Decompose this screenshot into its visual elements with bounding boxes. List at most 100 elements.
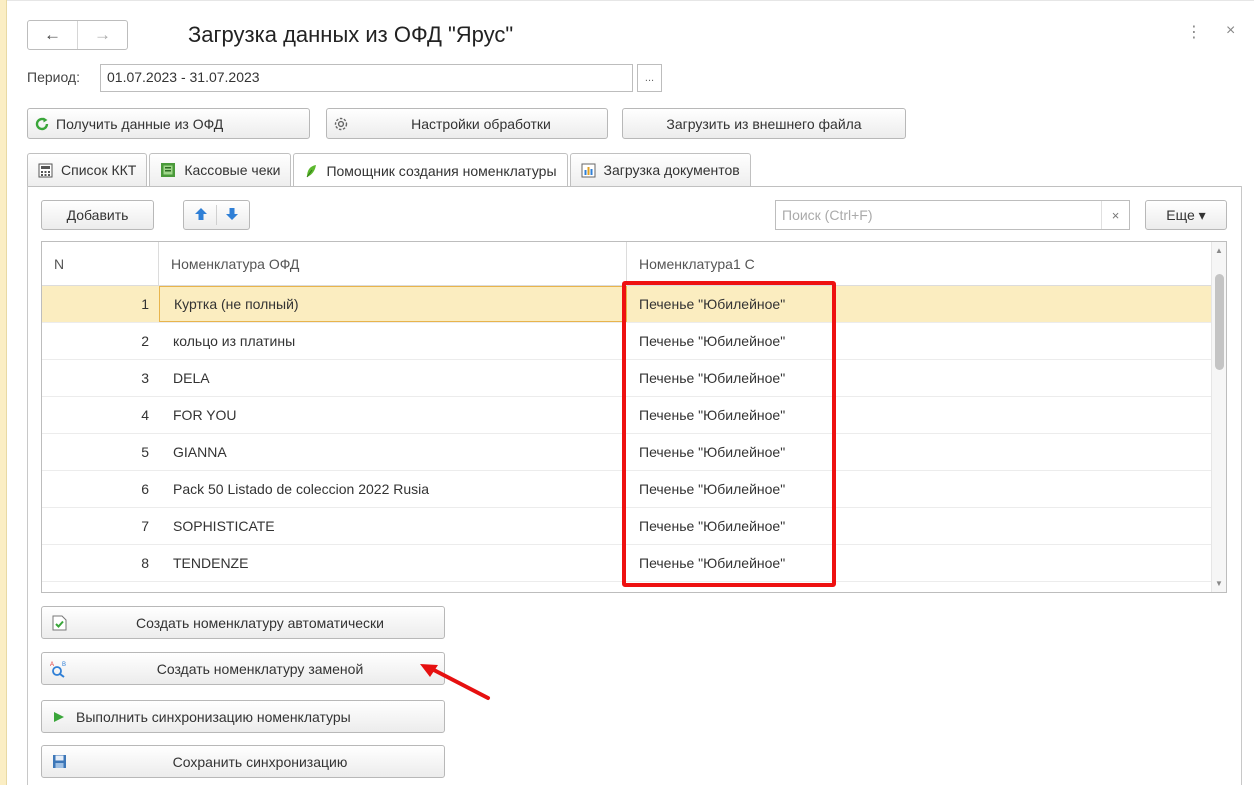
- table-row[interactable]: 1 Куртка (не полный) Печенье "Юбилейное": [42, 286, 1226, 323]
- ofd-name-cell[interactable]: Куртка (не полный): [159, 286, 627, 322]
- refresh-icon: [28, 116, 56, 132]
- column-header-n[interactable]: N: [42, 242, 159, 285]
- row-number: 7: [141, 518, 149, 534]
- tab-receipts[interactable]: Кассовые чеки: [149, 153, 292, 186]
- period-picker-button[interactable]: ...: [637, 64, 662, 92]
- ofd-name-cell[interactable]: VIVACITY: [159, 582, 627, 592]
- ofd-name-cell[interactable]: SOPHISTICATE: [159, 508, 627, 544]
- ofd-name-cell[interactable]: DELA: [159, 360, 627, 396]
- nomenclature-cell[interactable]: Печенье "Юбилейное": [627, 397, 1226, 433]
- settings-button[interactable]: Настройки обработки: [326, 108, 608, 139]
- create-replace-button[interactable]: AB Создать номенклатуру заменой: [41, 652, 445, 685]
- nomenclature-cell[interactable]: Печенье "Юбилейное": [627, 471, 1226, 507]
- move-up-icon[interactable]: [194, 207, 208, 224]
- chart-icon: [581, 163, 596, 178]
- back-arrow-icon: ←: [44, 25, 61, 44]
- scroll-up-icon[interactable]: ▲: [1212, 246, 1226, 255]
- close-icon[interactable]: ×: [1226, 22, 1235, 40]
- get-data-button[interactable]: Получить данные из ОФД: [27, 108, 310, 139]
- column-header-ofd[interactable]: Номенклатура ОФД: [159, 242, 627, 285]
- table-row[interactable]: 2 кольцо из платины Печенье "Юбилейное": [42, 323, 1226, 360]
- row-number: 3: [141, 370, 149, 386]
- column-header-1c[interactable]: Номенклатура1 С: [627, 242, 1226, 285]
- move-divider: [216, 205, 217, 225]
- add-button[interactable]: Добавить: [41, 200, 154, 230]
- tab-nomenclature-helper[interactable]: Помощник создания номенклатуры: [293, 153, 568, 187]
- row-number: 9: [42, 582, 159, 592]
- row-number: 5: [141, 444, 149, 460]
- more-button[interactable]: Еще ▾: [1145, 200, 1227, 230]
- top-divider: [7, 0, 1254, 1]
- document-check-icon: [42, 615, 76, 631]
- nomenclature-cell[interactable]: Печенье "Юбилейное": [627, 286, 1226, 322]
- receipts-icon: [160, 162, 176, 178]
- save-disk-icon: [42, 754, 76, 769]
- row-number: 6: [141, 481, 149, 497]
- more-menu-icon[interactable]: ⋮: [1186, 22, 1202, 42]
- table-row[interactable]: 6 Pack 50 Listado de coleccion 2022 Rusi…: [42, 471, 1226, 508]
- table-row[interactable]: 9 VIVACITY Печенье "Юбилейное": [42, 582, 1226, 592]
- tab-load-documents[interactable]: Загрузка документов: [569, 153, 751, 186]
- ofd-name-cell[interactable]: кольцо из платины: [159, 323, 627, 359]
- scroll-down-icon[interactable]: ▼: [1212, 579, 1226, 588]
- table-row[interactable]: 5 GIANNA Печенье "Юбилейное": [42, 434, 1226, 471]
- load-external-label: Загрузить из внешнего файла: [666, 115, 862, 132]
- sync-label: Выполнить синхронизацию номенклатуры: [76, 708, 351, 725]
- more-label: Еще ▾: [1166, 206, 1206, 223]
- nomenclature-cell[interactable]: Печенье "Юбилейное": [627, 323, 1226, 359]
- table-header: N Номенклатура ОФД Номенклатура1 С: [42, 242, 1226, 286]
- save-sync-button[interactable]: Сохранить синхронизацию: [41, 745, 445, 778]
- ofd-name-cell[interactable]: TENDENZE: [159, 545, 627, 581]
- table-scrollbar[interactable]: ▲ ▼: [1211, 242, 1226, 592]
- ofd-name-cell[interactable]: GIANNA: [159, 434, 627, 470]
- nomenclature-cell[interactable]: Печенье "Юбилейное": [627, 545, 1226, 581]
- save-sync-label: Сохранить синхронизацию: [172, 753, 348, 770]
- nomenclature-cell[interactable]: Печенье "Юбилейное": [627, 360, 1226, 396]
- row-number: 8: [141, 555, 149, 571]
- tab-kkt-list[interactable]: Список ККТ: [27, 153, 148, 186]
- get-data-label: Получить данные из ОФД: [56, 115, 224, 132]
- table-body: 1 Куртка (не полный) Печенье "Юбилейное"…: [42, 286, 1226, 592]
- left-accent-strip: [0, 0, 7, 785]
- svg-text:B: B: [62, 662, 66, 668]
- play-icon: [42, 711, 76, 723]
- calculator-icon: [38, 163, 53, 178]
- row-number: 2: [141, 333, 149, 349]
- forward-arrow-icon: →: [94, 25, 111, 44]
- tab-label: Загрузка документов: [603, 162, 740, 178]
- create-auto-button[interactable]: Создать номенклатуру автоматически: [41, 606, 445, 639]
- move-buttons: [183, 200, 250, 230]
- table-row[interactable]: 7 SOPHISTICATE Печенье "Юбилейное": [42, 508, 1226, 545]
- window-title: Загрузка данных из ОФД "Ярус": [188, 22, 514, 47]
- find-replace-icon: AB: [42, 660, 76, 678]
- nomenclature-cell[interactable]: Печенье "Юбилейное": [627, 582, 1226, 592]
- search-box: ×: [775, 200, 1130, 230]
- load-external-button[interactable]: Загрузить из внешнего файла: [622, 108, 906, 139]
- search-input[interactable]: [776, 201, 1096, 229]
- sync-button[interactable]: Выполнить синхронизацию номенклатуры: [41, 700, 445, 733]
- nomenclature-cell[interactable]: Печенье "Юбилейное": [627, 508, 1226, 544]
- clear-search-icon[interactable]: ×: [1101, 201, 1129, 229]
- scroll-thumb[interactable]: [1215, 274, 1224, 370]
- period-field[interactable]: 01.07.2023 - 31.07.2023: [100, 64, 633, 92]
- gear-icon: [327, 115, 355, 133]
- table-row[interactable]: 4 FOR YOU Печенье "Юбилейное": [42, 397, 1226, 434]
- nav-buttons: ← →: [27, 20, 128, 50]
- row-number: 1: [141, 296, 149, 312]
- ofd-name-cell[interactable]: FOR YOU: [159, 397, 627, 433]
- table-row[interactable]: 8 TENDENZE Печенье "Юбилейное": [42, 545, 1226, 582]
- tab-label: Кассовые чеки: [184, 162, 281, 178]
- move-down-icon[interactable]: [225, 207, 239, 224]
- ofd-name-cell[interactable]: Pack 50 Listado de coleccion 2022 Rusia: [159, 471, 627, 507]
- forward-button[interactable]: →: [77, 21, 127, 49]
- create-replace-label: Создать номенклатуру заменой: [156, 660, 364, 677]
- table-row[interactable]: 3 DELA Печенье "Юбилейное": [42, 360, 1226, 397]
- row-number: 4: [141, 407, 149, 423]
- back-button[interactable]: ←: [28, 21, 77, 49]
- nomenclature-cell[interactable]: Печенье "Юбилейное": [627, 434, 1226, 470]
- create-auto-label: Создать номенклатуру автоматически: [136, 614, 384, 631]
- svg-text:A: A: [50, 662, 54, 668]
- settings-label: Настройки обработки: [411, 115, 551, 132]
- add-label: Добавить: [66, 207, 129, 223]
- tab-bar: Список ККТ Кассовые чеки Помощник создан…: [27, 153, 753, 187]
